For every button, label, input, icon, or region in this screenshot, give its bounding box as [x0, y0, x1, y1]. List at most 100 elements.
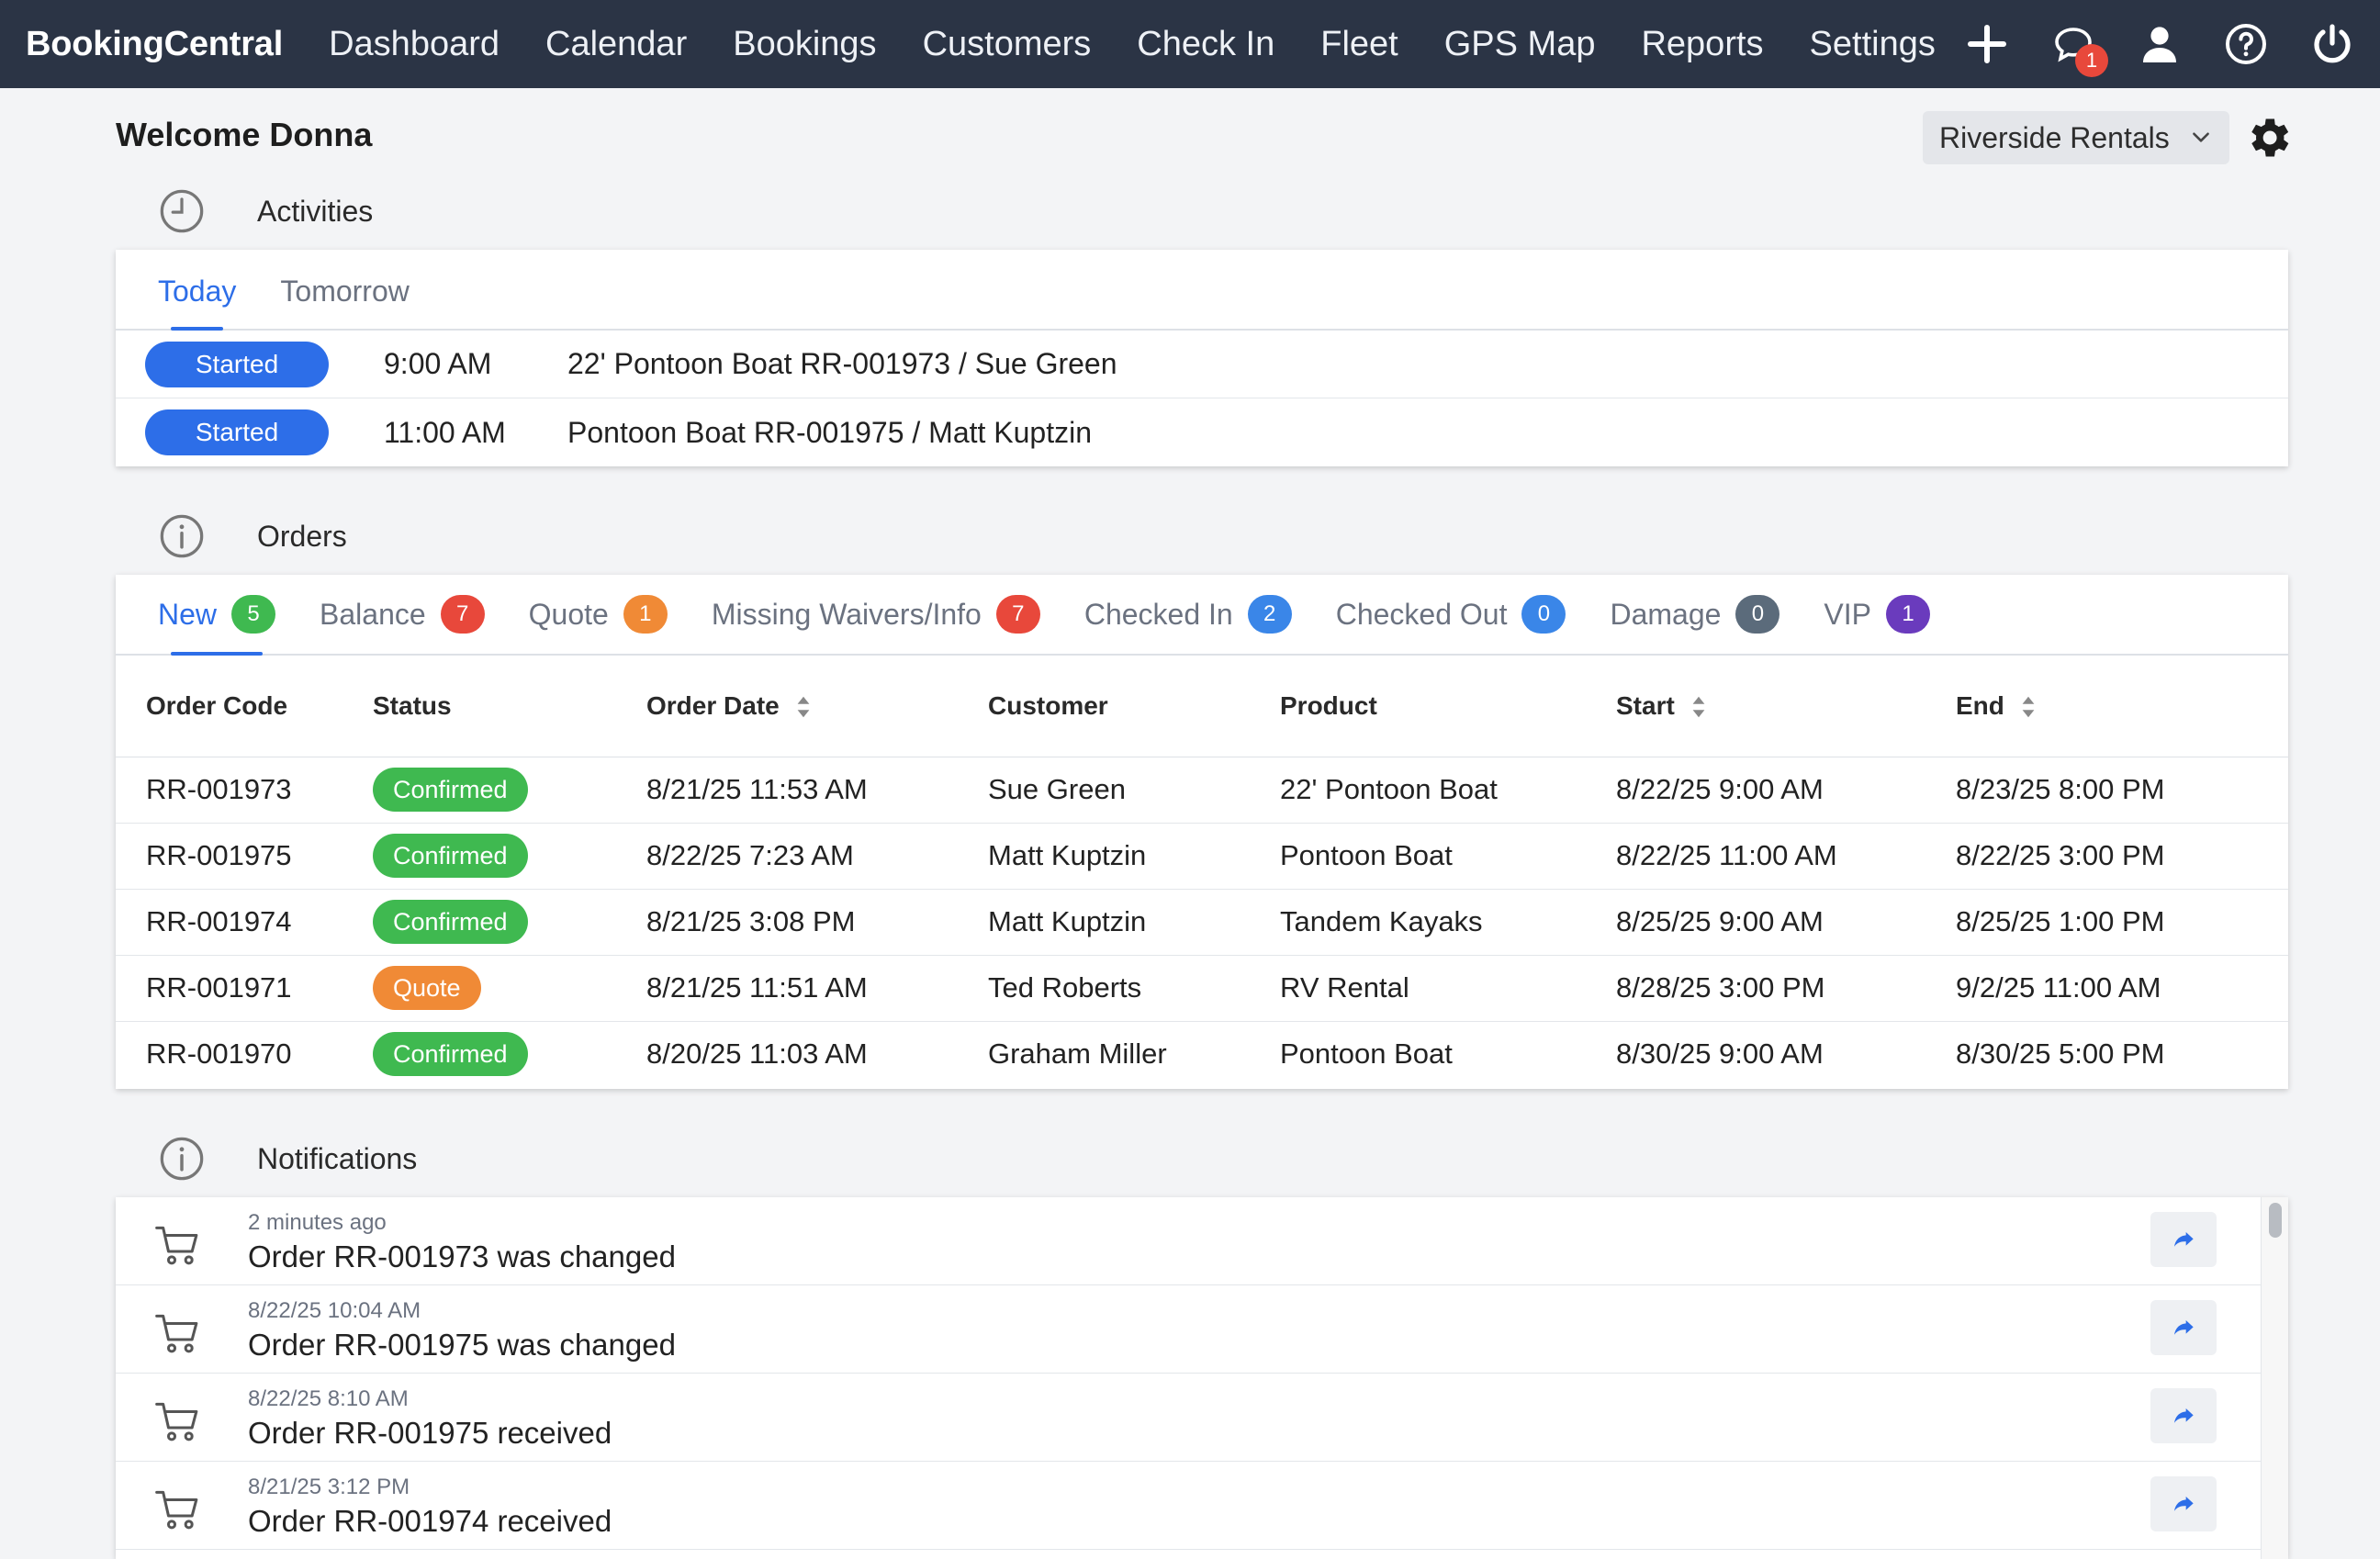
tab-checked-out[interactable]: Checked Out 0	[1336, 595, 1566, 654]
nav-dashboard[interactable]: Dashboard	[329, 25, 500, 64]
count-badge: 2	[1247, 595, 1292, 634]
col-start[interactable]: Start	[1616, 656, 1956, 757]
notifications-title: Notifications	[257, 1141, 418, 1175]
notification-text: Order RR-001975 received	[248, 1416, 612, 1450]
scrollbar-thumb[interactable]	[2269, 1203, 2282, 1238]
sort-icon[interactable]	[2021, 695, 2036, 719]
brand-logo[interactable]: BookingCentral	[26, 25, 283, 64]
welcome-heading: Welcome Donna	[116, 116, 373, 153]
tab-label: Checked In	[1083, 597, 1233, 631]
activity-row[interactable]: Started 9:00 AM 22' Pontoon Boat RR-0019…	[116, 331, 2288, 398]
order-customer: Ted Roberts	[988, 955, 1280, 1022]
sort-icon[interactable]	[1691, 695, 1706, 719]
orders-title: Orders	[257, 519, 347, 553]
activity-status-badge: Started	[145, 341, 329, 387]
tab-label: Quote	[528, 597, 609, 631]
nav-check-in[interactable]: Check In	[1137, 25, 1274, 64]
tab-today[interactable]: Today	[158, 275, 236, 331]
activity-row[interactable]: Started 11:00 AM Pontoon Boat RR-001975 …	[116, 398, 2288, 466]
table-row[interactable]: RR-001974 Confirmed 8/21/25 3:08 PM Matt…	[116, 889, 2288, 956]
order-start: 8/22/25 11:00 AM	[1616, 823, 1956, 890]
tab-tomorrow[interactable]: Tomorrow	[280, 275, 409, 329]
nav-settings[interactable]: Settings	[1810, 25, 1936, 64]
col-status[interactable]: Status	[373, 656, 646, 757]
notifications-scrollbar[interactable]	[2261, 1197, 2288, 1559]
tab-label: Checked Out	[1335, 597, 1508, 631]
tab-quote[interactable]: Quote 1	[529, 595, 668, 654]
nav-calendar[interactable]: Calendar	[545, 25, 687, 64]
col-customer[interactable]: Customer	[988, 656, 1280, 757]
col-order-code[interactable]: Order Code	[116, 656, 373, 757]
nav-bookings[interactable]: Bookings	[733, 25, 876, 64]
col-product[interactable]: Product	[1280, 656, 1616, 757]
notifications-list: 2 minutes ago Order RR-001973 was change…	[116, 1197, 2261, 1550]
table-row[interactable]: RR-001973 Confirmed 8/21/25 11:53 AM Sue…	[116, 757, 2288, 824]
nav-fleet[interactable]: Fleet	[1320, 25, 1398, 64]
notification-item: 8/22/25 8:10 AM Order RR-001975 received	[116, 1374, 2261, 1462]
open-notification-button[interactable]	[2150, 1476, 2217, 1531]
tab-new[interactable]: New 5	[158, 595, 276, 656]
tab-vip[interactable]: VIP 1	[1824, 595, 1930, 654]
nav-gps-map[interactable]: GPS Map	[1444, 25, 1596, 64]
table-header-row: Order Code Status Order Date Customer Pr…	[116, 656, 2288, 757]
order-date: 8/21/25 11:53 AM	[646, 757, 988, 824]
orders-tabs: New 5 Balance 7 Quote 1 Missing Waivers/Inf…	[116, 575, 2288, 656]
tab-missing-waivers[interactable]: Missing Waivers/Info 7	[712, 595, 1040, 654]
order-code[interactable]: RR-001971	[116, 955, 373, 1022]
share-arrow-icon	[2174, 1408, 2194, 1423]
orders-header: Orders	[158, 512, 347, 560]
tab-balance[interactable]: Balance 7	[320, 595, 485, 654]
order-end: 9/2/25 11:00 AM	[1956, 955, 2288, 1022]
help-icon[interactable]	[2218, 17, 2273, 72]
col-order-date[interactable]: Order Date	[646, 656, 988, 757]
notification-text: Order RR-001973 was changed	[248, 1239, 676, 1273]
count-badge: 1	[623, 595, 668, 634]
activities-card: Today Tomorrow Started 9:00 AM 22' Ponto…	[116, 250, 2288, 466]
share-arrow-icon	[2174, 1232, 2194, 1247]
table-row[interactable]: RR-001971 Quote 8/21/25 11:51 AM Ted Rob…	[116, 955, 2288, 1022]
open-notification-button[interactable]	[2150, 1388, 2217, 1443]
share-arrow-icon	[2174, 1497, 2194, 1511]
activity-status-badge: Started	[145, 409, 329, 455]
location-select[interactable]: Riverside Rentals	[1923, 111, 2229, 164]
nav-icon-group: 1	[1928, 0, 2380, 88]
open-notification-button[interactable]	[2150, 1212, 2217, 1267]
order-code[interactable]: RR-001973	[116, 757, 373, 824]
count-badge: 7	[440, 595, 485, 634]
order-end: 8/22/25 3:00 PM	[1956, 823, 2288, 890]
chat-icon[interactable]: 1	[2046, 17, 2108, 77]
order-code[interactable]: RR-001970	[116, 1021, 373, 1087]
nav-customers[interactable]: Customers	[923, 25, 1092, 64]
col-end[interactable]: End	[1956, 656, 2288, 757]
activities-header: Activities	[158, 187, 373, 235]
table-row[interactable]: RR-001970 Confirmed 8/20/25 11:03 AM Gra…	[116, 1021, 2288, 1087]
tab-checked-in[interactable]: Checked In 2	[1084, 595, 1292, 654]
tab-label: Missing Waivers/Info	[711, 597, 982, 631]
order-start: 8/28/25 3:00 PM	[1616, 955, 1956, 1022]
tab-label: Damage	[1610, 597, 1722, 631]
order-end: 8/25/25 1:00 PM	[1956, 889, 2288, 956]
order-date: 8/21/25 11:51 AM	[646, 955, 988, 1022]
order-date: 8/21/25 3:08 PM	[646, 889, 988, 956]
gear-icon[interactable]	[2242, 112, 2294, 163]
order-status-cell: Confirmed	[373, 823, 646, 890]
col-label: End	[1956, 690, 2004, 720]
location-value: Riverside Rentals	[1939, 120, 2170, 154]
order-customer: Graham Miller	[988, 1037, 1167, 1071]
open-notification-button[interactable]	[2150, 1300, 2217, 1355]
notification-time: 2 minutes ago	[248, 1210, 387, 1235]
order-code[interactable]: RR-001974	[116, 889, 373, 956]
sort-icon[interactable]	[796, 695, 811, 719]
order-product: Pontoon Boat	[1280, 823, 1616, 890]
table-row[interactable]: RR-001975 Confirmed 8/22/25 7:23 AM Matt…	[116, 823, 2288, 890]
order-code[interactable]: RR-001975	[116, 823, 373, 890]
power-icon[interactable]	[2305, 17, 2360, 72]
plus-icon[interactable]	[1959, 17, 2015, 72]
status-badge: Confirmed	[373, 768, 528, 812]
notifications-card: 2 minutes ago Order RR-001973 was change…	[116, 1197, 2288, 1559]
nav-reports[interactable]: Reports	[1641, 25, 1763, 64]
user-icon[interactable]	[2132, 17, 2187, 72]
order-product: 22' Pontoon Boat	[1280, 757, 1616, 824]
tab-damage[interactable]: Damage 0	[1610, 595, 1780, 654]
cart-icon	[155, 1226, 198, 1265]
